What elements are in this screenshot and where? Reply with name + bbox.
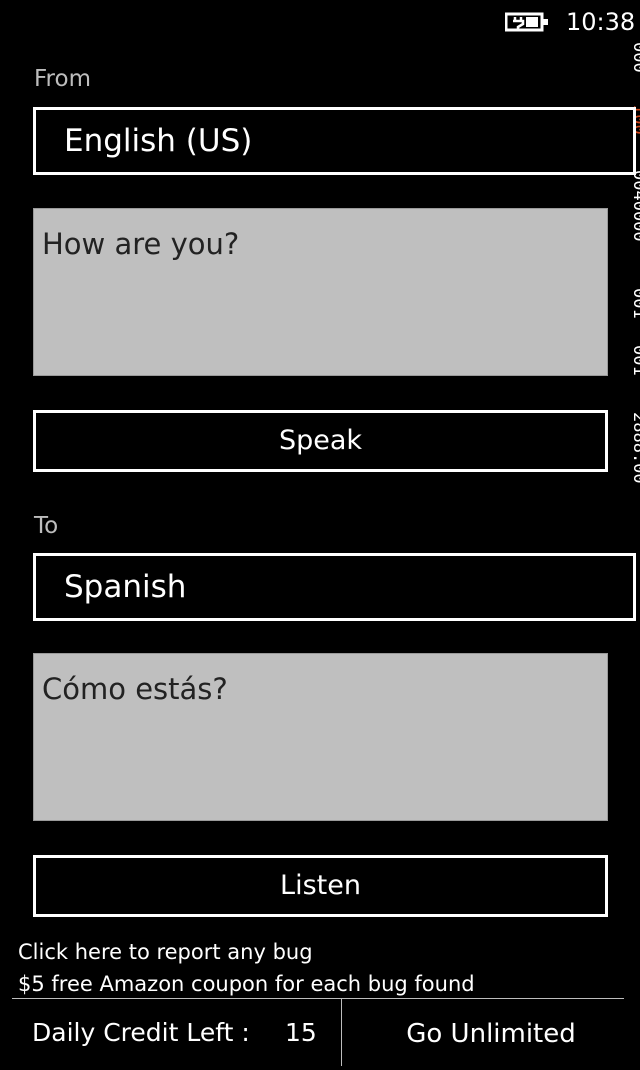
- to-label: To: [34, 513, 59, 539]
- to-language-picker[interactable]: Spanish: [33, 553, 636, 621]
- battery-charging-icon: [504, 11, 549, 33]
- from-language-value: English (US): [64, 123, 253, 159]
- daily-credit-label: Daily Credit Left :: [32, 1018, 250, 1047]
- go-unlimited-button[interactable]: Go Unlimited: [342, 998, 640, 1066]
- from-language-picker[interactable]: English (US): [33, 107, 636, 175]
- translated-text-output[interactable]: Cómo estás?: [33, 653, 608, 821]
- bottom-bar: Daily Credit Left : 15 Go Unlimited: [0, 998, 640, 1066]
- from-label: From: [34, 66, 91, 92]
- clock: 10:38: [566, 8, 636, 36]
- debug-counter-6: 2888.00: [629, 412, 640, 484]
- debug-counter-3: 0040000: [629, 170, 640, 242]
- report-bug-link[interactable]: Click here to report any bug: [18, 938, 313, 966]
- bug-coupon-text[interactable]: $5 free Amazon coupon for each bug found: [18, 970, 475, 998]
- status-bar: 10:38: [0, 0, 640, 44]
- listen-button[interactable]: Listen: [33, 855, 608, 917]
- debug-counter-4: 001: [629, 288, 640, 319]
- debug-counter-5: 001: [629, 345, 640, 376]
- to-language-value: Spanish: [64, 569, 187, 605]
- debug-counter-1: 000: [629, 42, 640, 73]
- source-text-input[interactable]: How are you?: [33, 208, 608, 376]
- speak-button[interactable]: Speak: [33, 410, 608, 472]
- daily-credit-value: 15: [285, 1018, 317, 1047]
